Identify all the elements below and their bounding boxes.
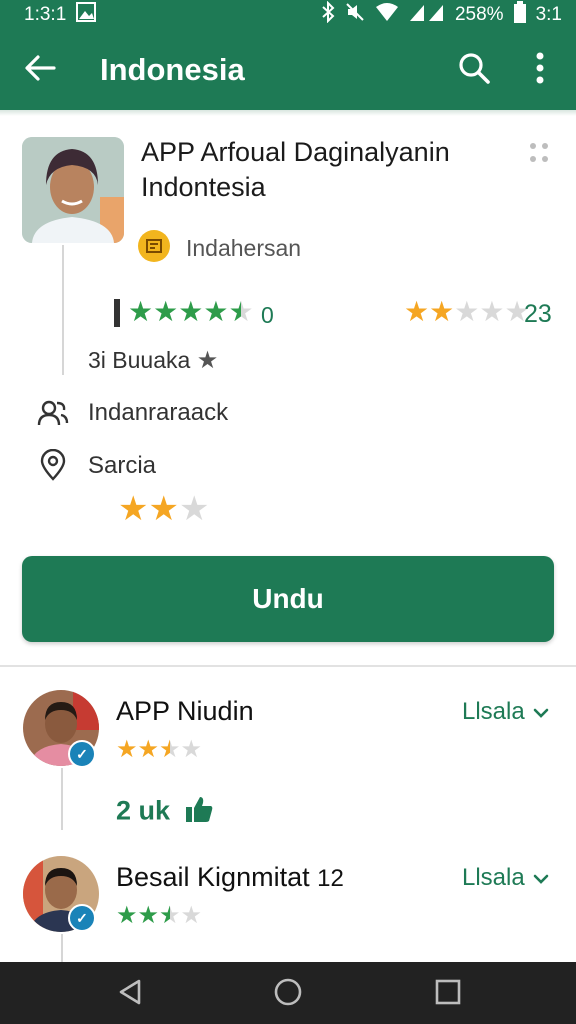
nav-recent-icon (435, 979, 461, 1010)
star-icon: ★ (180, 736, 203, 763)
reviewer-name: APP Niudin (116, 696, 254, 726)
rating-left-value: 0 (261, 302, 274, 328)
chevron-down-icon (533, 698, 549, 726)
star-icon: ★ (137, 736, 160, 763)
star-icon: ★ (159, 902, 181, 929)
info-location-text: Sarcia (88, 452, 157, 479)
rating-marker (114, 299, 120, 327)
star-icon: ★ (153, 296, 179, 327)
search-button[interactable] (452, 48, 496, 92)
star-icon: ★ (203, 296, 229, 327)
star-icon: ★ (116, 736, 138, 763)
review-action-label: Llsala (462, 698, 525, 725)
nav-back-button[interactable] (108, 972, 152, 1016)
info-stars: ★ ★ ★ (118, 492, 209, 526)
review-likes-label: 2 uk (116, 795, 171, 826)
verified-check-icon: ✓ (68, 740, 96, 768)
status-bar: 1:3:1 258% 3:1 (0, 0, 576, 30)
nav-home-button[interactable] (266, 972, 310, 1016)
star-icon: ★ (159, 736, 181, 763)
app-avatar (22, 137, 124, 243)
battery-icon (513, 1, 526, 29)
reviewer-name-suffix: 12 (317, 865, 344, 892)
star-icon: ★ (178, 490, 210, 528)
nav-home-icon (273, 977, 303, 1012)
nav-recent-button[interactable] (426, 972, 470, 1016)
status-left: 1:3:1 (24, 2, 97, 28)
back-button[interactable] (18, 48, 62, 92)
star-icon: ★ (479, 296, 505, 327)
downloads-text: 3i Buuaka ★ (88, 346, 218, 375)
star-icon: ★ (137, 902, 160, 929)
star-icon: ★ (148, 490, 179, 528)
nav-back-icon (117, 978, 143, 1011)
star-icon: ★ (178, 296, 204, 327)
status-time: 1:3:1 (24, 4, 67, 25)
navigation-bar (0, 962, 576, 1024)
info-people-text: Indanraraack (88, 399, 229, 426)
location-pin-icon (36, 448, 70, 482)
review-stars: ★ ★ ★ ★ (116, 904, 202, 928)
review-action-dropdown[interactable]: Llsala (462, 698, 549, 726)
app-bar: Indonesia (0, 30, 576, 110)
bluetooth-icon (321, 0, 335, 29)
star-icon: ★ (116, 902, 138, 929)
install-button[interactable]: Undu (22, 556, 554, 642)
mute-icon (345, 2, 365, 28)
star-icon: ★ (228, 296, 254, 327)
timeline-line (62, 245, 64, 375)
signal-icon (409, 2, 445, 28)
downloads-star-icon: ★ (196, 347, 219, 374)
review-timeline-line (61, 768, 63, 830)
wifi-icon (375, 2, 399, 28)
people-icon (36, 396, 70, 430)
review-timeline-line (61, 934, 63, 962)
review-likes[interactable]: 2 uk (116, 794, 214, 831)
star-icon: ★ (429, 296, 455, 327)
rating-stars-right: ★ ★ ★ ★ ★ (404, 298, 530, 326)
section-divider (0, 665, 576, 667)
more-vert-icon (535, 52, 545, 89)
developer-name[interactable]: Indahersan (186, 235, 301, 262)
battery-percent: 258% (454, 4, 504, 25)
thumb-up-icon (184, 794, 214, 831)
status-right: 258% 3:1 (321, 0, 562, 29)
app-title: APP Arfoual Daginalyanin Indontesia (141, 137, 450, 202)
star-icon: ★ (180, 902, 203, 929)
status-clock-right: 3:1 (535, 4, 562, 25)
verified-check-icon: ✓ (68, 904, 96, 932)
review-action-label: Llsala (462, 864, 525, 891)
image-notification-icon (76, 2, 97, 28)
page-title: Indonesia (100, 52, 245, 87)
downloads-label: 3i Buuaka (88, 347, 191, 373)
more-options-button[interactable] (518, 48, 562, 92)
star-icon: ★ (118, 490, 149, 528)
developer-badge-icon (138, 230, 170, 262)
star-icon: ★ (454, 296, 480, 327)
review-stars: ★ ★ ★ ★ (116, 738, 202, 762)
chevron-down-icon (533, 864, 549, 892)
search-icon (457, 51, 491, 90)
rating-right-value: 23 (524, 300, 552, 328)
reviewer-name: Besail Kignmitat 12 (116, 862, 344, 893)
arrow-left-icon (24, 54, 56, 87)
star-icon: ★ (128, 296, 154, 327)
drag-handle-icon[interactable] (526, 140, 552, 166)
review-action-dropdown[interactable]: Llsala (462, 864, 549, 892)
reviewer-name-text: Besail Kignmitat (116, 862, 310, 892)
app-bar-shadow (0, 110, 576, 116)
rating-stars-left: ★ ★ ★ ★ ★ (128, 298, 254, 326)
star-icon: ★ (404, 296, 430, 327)
